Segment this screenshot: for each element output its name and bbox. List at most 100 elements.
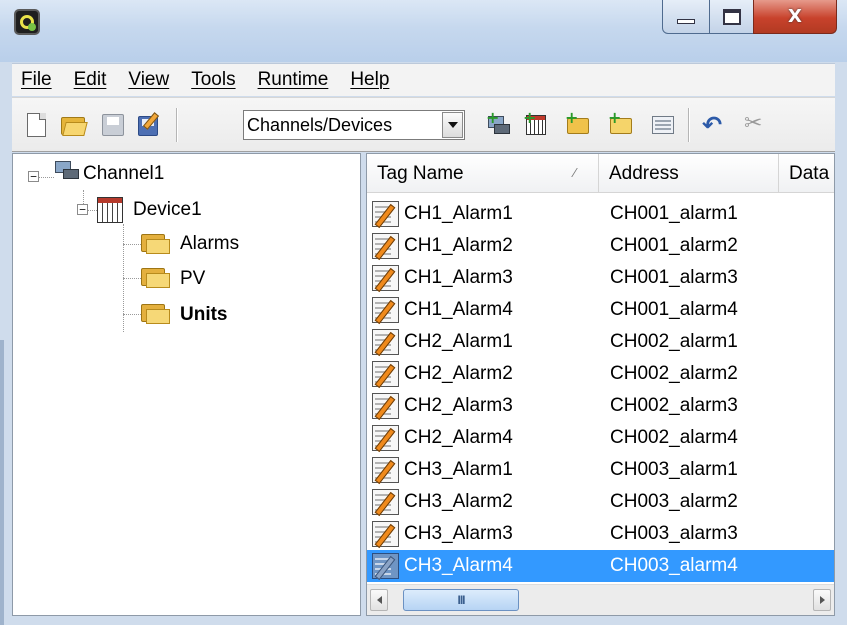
maximize-button[interactable] — [709, 0, 754, 34]
close-button[interactable]: X — [753, 0, 837, 34]
tag-icon — [372, 297, 399, 325]
chevron-down-icon — [447, 122, 458, 128]
horizontal-scrollbar[interactable]: III — [367, 584, 834, 615]
maximize-icon — [722, 8, 741, 25]
save-icon[interactable] — [100, 112, 126, 138]
new-tag-group-icon[interactable]: + — [565, 110, 591, 138]
tag-icon — [372, 265, 399, 293]
chevron-left-icon — [376, 596, 382, 604]
tag-icon — [372, 521, 399, 549]
tag-group-icon — [141, 266, 171, 290]
tree-node-channel[interactable]: Channel1 — [83, 159, 164, 189]
cell-tag-name: CH1_Alarm2 — [404, 235, 513, 256]
table-row[interactable]: CH1_Alarm4 CH001_alarm4 — [367, 294, 834, 326]
device-expander[interactable]: − — [77, 204, 88, 215]
cell-address: CH003_alarm2 — [610, 491, 738, 512]
new-tag-icon[interactable]: + — [608, 110, 634, 138]
title-bar: X — [0, 0, 847, 62]
cell-tag-name: CH2_Alarm3 — [404, 395, 513, 416]
cell-tag-name: CH3_Alarm2 — [404, 491, 513, 512]
table-row[interactable]: CH1_Alarm3 CH001_alarm3 — [367, 262, 834, 294]
cell-address: CH001_alarm4 — [610, 299, 738, 320]
cell-tag-name: CH2_Alarm1 — [404, 331, 513, 352]
tree-node-pv[interactable]: PV — [180, 264, 205, 294]
channel-expander[interactable]: − — [28, 171, 39, 182]
toolbar: Channels/Devices + + + + ↶ ✂ — [12, 97, 835, 152]
menu-file[interactable]: File — [12, 69, 62, 91]
cell-tag-name: CH3_Alarm4 — [404, 555, 513, 576]
list-header: Tag Name ∕ Address Data — [367, 154, 834, 193]
column-header-address[interactable]: Address — [599, 154, 779, 193]
menu-runtime[interactable]: Runtime — [248, 69, 339, 91]
cell-address: CH002_alarm3 — [610, 395, 738, 416]
cell-address: CH003_alarm1 — [610, 459, 738, 480]
cell-tag-name: CH3_Alarm1 — [404, 459, 513, 480]
table-row[interactable]: CH2_Alarm3 CH002_alarm3 — [367, 390, 834, 422]
column-header-data[interactable]: Data — [779, 154, 834, 193]
view-select[interactable]: Channels/Devices — [243, 110, 465, 140]
cell-tag-name: CH1_Alarm3 — [404, 267, 513, 288]
column-header-tag-name[interactable]: Tag Name ∕ — [367, 154, 599, 193]
channel-icon — [51, 159, 81, 185]
menu-view[interactable]: View — [118, 69, 179, 91]
column-header-label: Address — [609, 162, 679, 184]
tree-node-label: PV — [180, 268, 206, 289]
tree-node-device[interactable]: Device1 — [133, 195, 202, 225]
tag-list[interactable]: Tag Name ∕ Address Data CH1_Alarm1 CH001… — [366, 153, 835, 616]
cell-address: CH002_alarm2 — [610, 363, 738, 384]
new-channel-icon[interactable]: + — [486, 110, 512, 138]
table-row-selected[interactable]: CH3_Alarm4 CH003_alarm4 — [367, 550, 834, 582]
sort-indicator-icon: ∕ — [573, 165, 576, 180]
cell-address: CH001_alarm3 — [610, 267, 738, 288]
chevron-right-icon — [819, 596, 825, 604]
cell-tag-name: CH1_Alarm1 — [404, 203, 513, 224]
new-file-icon[interactable] — [24, 112, 50, 138]
table-row[interactable]: CH2_Alarm2 CH002_alarm2 — [367, 358, 834, 390]
new-device-icon[interactable]: + — [523, 110, 549, 138]
menu-bar: File Edit View Tools Runtime Help — [12, 63, 835, 96]
table-row[interactable]: CH1_Alarm1 CH001_alarm1 — [367, 198, 834, 230]
cell-tag-name: CH2_Alarm2 — [404, 363, 513, 384]
toolbar-separator — [176, 108, 178, 142]
table-row[interactable]: CH3_Alarm3 CH003_alarm3 — [367, 518, 834, 550]
properties-icon[interactable] — [649, 112, 675, 138]
menu-edit[interactable]: Edit — [64, 69, 117, 91]
tree-node-units-selected[interactable]: Units — [180, 300, 228, 330]
scroll-right-button[interactable] — [813, 589, 831, 611]
tree-node-label: Units — [180, 304, 228, 325]
table-row[interactable]: CH2_Alarm1 CH002_alarm1 — [367, 326, 834, 358]
tag-icon — [372, 233, 399, 261]
tag-icon — [372, 361, 399, 389]
scroll-grip: III — [457, 593, 465, 607]
view-select-dropdown-button[interactable] — [442, 112, 463, 138]
column-header-label: Tag Name — [377, 162, 464, 184]
undo-icon[interactable]: ↶ — [702, 112, 728, 138]
tag-icon — [372, 425, 399, 453]
cell-address: CH001_alarm2 — [610, 235, 738, 256]
table-row[interactable]: CH1_Alarm2 CH001_alarm2 — [367, 230, 834, 262]
table-row[interactable]: CH3_Alarm1 CH003_alarm1 — [367, 454, 834, 486]
menu-help[interactable]: Help — [340, 69, 399, 91]
project-tree[interactable]: − Channel1 − Device1 Alarms PV Units — [12, 153, 361, 616]
minimize-icon — [677, 19, 695, 24]
tree-node-label: Alarms — [180, 233, 240, 254]
menu-tools[interactable]: Tools — [181, 69, 245, 91]
cell-address: CH002_alarm1 — [610, 331, 738, 352]
scroll-thumb[interactable]: III — [403, 589, 519, 611]
cut-icon[interactable]: ✂ — [740, 111, 766, 138]
scroll-left-button[interactable] — [370, 589, 388, 611]
table-row[interactable]: CH3_Alarm2 CH003_alarm2 — [367, 486, 834, 518]
save-as-icon[interactable] — [136, 112, 162, 138]
tree-node-alarms[interactable]: Alarms — [180, 229, 239, 259]
open-folder-icon[interactable] — [60, 112, 88, 138]
cell-address: CH003_alarm3 — [610, 523, 738, 544]
table-row[interactable]: CH2_Alarm4 CH002_alarm4 — [367, 422, 834, 454]
minimize-button[interactable] — [662, 0, 710, 34]
window-edge — [0, 340, 4, 625]
app-logo-icon[interactable] — [14, 9, 40, 35]
toolbar-separator — [688, 108, 690, 142]
app-window: X File Edit View Tools Runtime Help Chan… — [0, 0, 847, 625]
cell-tag-name: CH3_Alarm3 — [404, 523, 513, 544]
cell-tag-name: CH1_Alarm4 — [404, 299, 513, 320]
cell-address: CH001_alarm1 — [610, 203, 738, 224]
